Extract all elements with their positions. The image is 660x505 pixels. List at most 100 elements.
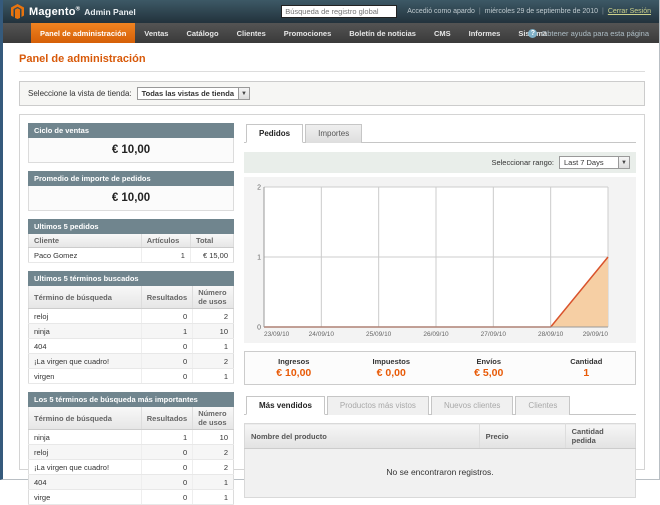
store-view-select[interactable]: Todas las vistas de tienda ▼ bbox=[137, 87, 250, 100]
col-cantidad-pedida[interactable]: Cantidad pedida bbox=[565, 424, 635, 449]
store-view-label: Seleccione la vista de tienda: bbox=[28, 89, 132, 98]
empty-row: No se encontraron registros. bbox=[245, 449, 636, 498]
svg-text:23/09/10: 23/09/10 bbox=[264, 331, 290, 338]
table-row[interactable]: ninja 1 10 bbox=[29, 430, 234, 445]
orders-chart: 01223/09/1024/09/1025/09/1026/09/1027/09… bbox=[246, 181, 618, 341]
nav-item-catalogo[interactable]: Catálogo bbox=[177, 23, 227, 43]
store-view-value: Todas las vistas de tienda bbox=[138, 89, 238, 98]
table-row[interactable]: Paco Gomez 1 € 15,00 bbox=[29, 248, 234, 263]
cell-uses: 2 bbox=[193, 460, 234, 475]
page-title: Panel de administración bbox=[19, 53, 645, 72]
current-date: miércoles 29 de septiembre de 2010 bbox=[485, 8, 598, 15]
tab-mas-vendidos[interactable]: Más vendidos bbox=[246, 396, 325, 415]
table-row[interactable]: 404 0 1 bbox=[29, 339, 234, 354]
nav-item-clientes[interactable]: Clientes bbox=[228, 23, 275, 43]
tab-importes[interactable]: Importes bbox=[305, 124, 362, 143]
col-precio[interactable]: Precio bbox=[479, 424, 565, 449]
lifetime-sales-panel: Ciclo de ventas € 10,00 bbox=[28, 123, 234, 163]
dashboard-right-column: Pedidos Importes Seleccionar rango: Last… bbox=[244, 123, 636, 461]
logout-link[interactable]: Cerrar Sesión bbox=[608, 8, 651, 15]
average-orders-panel: Promedio de importe de pedidos € 10,00 bbox=[28, 171, 234, 211]
col-resultados[interactable]: Resultados bbox=[141, 286, 192, 309]
range-selector-bar: Seleccionar rango: Last 7 Days ▼ bbox=[244, 152, 636, 173]
cell-results: 1 bbox=[141, 324, 192, 339]
col-articulos[interactable]: Artículos bbox=[141, 234, 190, 248]
svg-text:24/09/10: 24/09/10 bbox=[309, 331, 335, 338]
help-link[interactable]: ? Obtener ayuda para esta página bbox=[528, 23, 649, 43]
table-row[interactable]: reloj 0 2 bbox=[29, 445, 234, 460]
cell-uses: 2 bbox=[193, 354, 234, 369]
last-orders-panel: Ultimos 5 pedidos Cliente Artículos Tota… bbox=[28, 219, 234, 263]
cell-term: 404 bbox=[29, 475, 142, 490]
col-total[interactable]: Total bbox=[190, 234, 233, 248]
help-label: Obtener ayuda para esta página bbox=[541, 29, 649, 38]
help-icon: ? bbox=[528, 29, 537, 38]
svg-text:1: 1 bbox=[257, 255, 261, 262]
col-termino[interactable]: Término de búsqueda bbox=[29, 407, 142, 430]
table-row[interactable]: ninja 1 10 bbox=[29, 324, 234, 339]
nav-item-ventas[interactable]: Ventas bbox=[135, 23, 177, 43]
stat-value: € 0,00 bbox=[343, 367, 441, 379]
average-orders-value: € 10,00 bbox=[28, 186, 234, 211]
cell-term: ninja bbox=[29, 430, 142, 445]
cell-articulos: 1 bbox=[141, 248, 190, 263]
col-usos[interactable]: Número de usos bbox=[193, 286, 234, 309]
brand-suffix: Admin Panel bbox=[84, 7, 135, 17]
grid-tabs: Más vendidos Productos más vistos Nuevos… bbox=[244, 395, 636, 415]
cell-uses: 1 bbox=[193, 369, 234, 384]
table-row[interactable]: ¡La virgen que cuadro! 0 2 bbox=[29, 354, 234, 369]
col-termino[interactable]: Término de búsqueda bbox=[29, 286, 142, 309]
cell-term: 404 bbox=[29, 339, 142, 354]
top-search-title: Los 5 términos de búsqueda más important… bbox=[28, 392, 234, 407]
col-cliente[interactable]: Cliente bbox=[29, 234, 142, 248]
nav-item-promociones[interactable]: Promociones bbox=[275, 23, 341, 43]
cell-results: 0 bbox=[141, 490, 192, 505]
stat-cantidad: Cantidad 1 bbox=[538, 357, 636, 379]
stat-value: € 5,00 bbox=[440, 367, 538, 379]
col-usos[interactable]: Número de usos bbox=[193, 407, 234, 430]
cell-results: 0 bbox=[141, 460, 192, 475]
range-select[interactable]: Last 7 Days ▼ bbox=[559, 156, 630, 169]
col-resultados[interactable]: Resultados bbox=[141, 407, 192, 430]
stat-label: Ingresos bbox=[245, 357, 343, 366]
nav-item-informes[interactable]: Informes bbox=[460, 23, 510, 43]
nav-item-boletin[interactable]: Boletín de noticias bbox=[340, 23, 425, 43]
tab-pedidos[interactable]: Pedidos bbox=[246, 124, 303, 143]
cell-results: 0 bbox=[141, 339, 192, 354]
stat-impuestos: Impuestos € 0,00 bbox=[343, 357, 441, 379]
top-search-table: Término de búsqueda Resultados Número de… bbox=[28, 407, 234, 505]
tab-clientes[interactable]: Clientes bbox=[515, 396, 570, 415]
cell-term: ¡La virgen que cuadro! bbox=[29, 354, 142, 369]
table-header-row: Término de búsqueda Resultados Número de… bbox=[29, 407, 234, 430]
global-search-input[interactable] bbox=[281, 5, 397, 18]
last-orders-table: Cliente Artículos Total Paco Gomez 1 € 1… bbox=[28, 234, 234, 263]
svg-text:29/09/10: 29/09/10 bbox=[583, 331, 609, 338]
col-nombre-producto[interactable]: Nombre del producto bbox=[245, 424, 480, 449]
tab-nuevos-clientes[interactable]: Nuevos clientes bbox=[431, 396, 513, 415]
cell-uses: 10 bbox=[193, 324, 234, 339]
table-row[interactable]: 404 0 1 bbox=[29, 475, 234, 490]
nav-item-cms[interactable]: CMS bbox=[425, 23, 460, 43]
header-user-info: Accedió como apardo | miércoles 29 de se… bbox=[407, 8, 651, 15]
cell-uses: 10 bbox=[193, 430, 234, 445]
stat-ingresos: Ingresos € 10,00 bbox=[245, 357, 343, 379]
table-row[interactable]: virgen 0 1 bbox=[29, 369, 234, 384]
table-row[interactable]: reloj 0 2 bbox=[29, 309, 234, 324]
cell-results: 0 bbox=[141, 475, 192, 490]
nav-item-dashboard[interactable]: Panel de administración bbox=[31, 23, 135, 43]
table-row[interactable]: ¡La virgen que cuadro! 0 2 bbox=[29, 460, 234, 475]
cell-term: ¡La virgen que cuadro! bbox=[29, 460, 142, 475]
cell-results: 0 bbox=[141, 309, 192, 324]
stat-label: Cantidad bbox=[538, 357, 636, 366]
page-content: Panel de administración Seleccione la vi… bbox=[3, 43, 659, 470]
magento-admin-window: Magento® Admin Panel Accedió como apardo… bbox=[0, 0, 660, 480]
cell-results: 0 bbox=[141, 445, 192, 460]
cell-term: ninja bbox=[29, 324, 142, 339]
svg-text:0: 0 bbox=[257, 325, 261, 332]
bestsellers-grid: Nombre del producto Precio Cantidad pedi… bbox=[244, 423, 636, 498]
store-view-switcher: Seleccione la vista de tienda: Todas las… bbox=[19, 81, 645, 106]
average-orders-title: Promedio de importe de pedidos bbox=[28, 171, 234, 186]
tab-productos-mas-vistos[interactable]: Productos más vistos bbox=[327, 396, 429, 415]
svg-text:2: 2 bbox=[257, 185, 261, 192]
table-row[interactable]: virge 0 1 bbox=[29, 490, 234, 505]
